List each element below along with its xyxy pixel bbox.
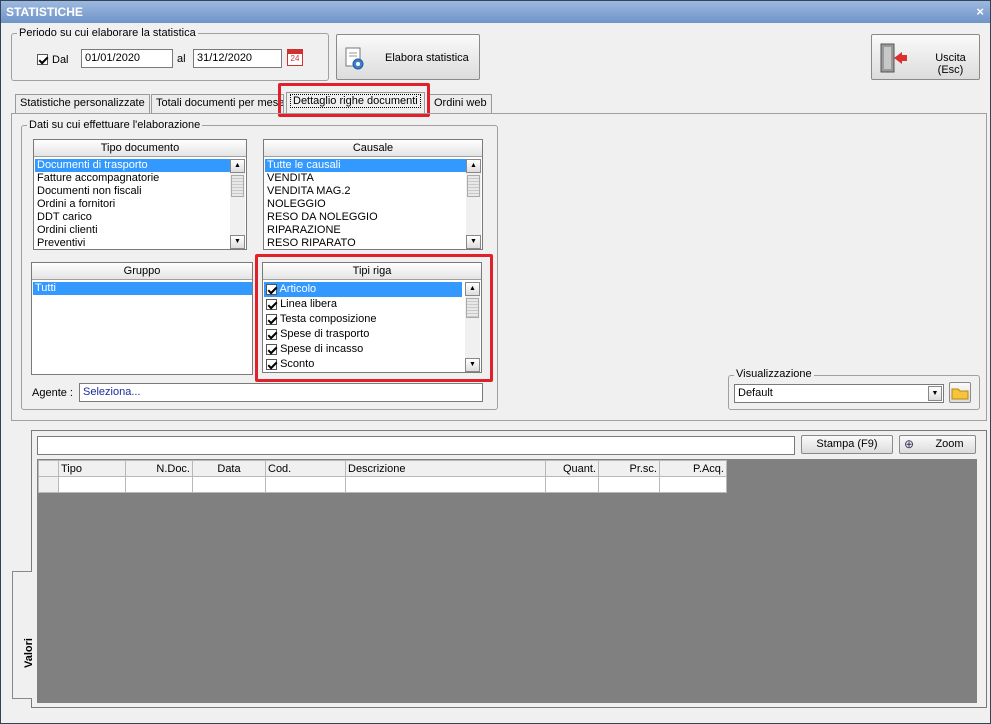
calendar-icon[interactable]: 24 (287, 49, 303, 66)
tab-statistiche-personalizzate[interactable]: Statistiche personalizzate (15, 94, 150, 113)
table-cell[interactable] (659, 476, 727, 493)
date-from-field[interactable]: 01/01/2020 (81, 49, 173, 68)
visualizzazione-select[interactable]: Default ▼ (734, 384, 944, 403)
scroll-thumb[interactable] (467, 175, 480, 197)
table-cell[interactable] (345, 476, 546, 493)
scroll-down-icon[interactable]: ▼ (466, 235, 481, 249)
highlight-tab-box (278, 83, 430, 117)
document-gear-icon (343, 47, 367, 71)
date-to-field[interactable]: 31/12/2020 (193, 49, 282, 68)
list-item[interactable]: Tutti (33, 282, 252, 295)
grid-col-header[interactable]: N.Doc. (125, 460, 193, 477)
scroll-down-icon[interactable]: ▼ (230, 235, 245, 249)
folder-icon (951, 388, 969, 400)
list-item[interactable]: NOLEGGIO (265, 198, 467, 211)
visualizzazione-value: Default (738, 387, 773, 399)
stampa-button[interactable]: Stampa (F9) (801, 435, 893, 454)
window-title: STATISTICHE (6, 5, 83, 19)
scroll-up-icon[interactable]: ▲ (230, 159, 245, 173)
list-item[interactable]: RESO RIPARATO (265, 237, 467, 250)
dal-label: Dal (52, 54, 69, 66)
uscita-label: Uscita (Esc) (935, 52, 966, 76)
tipo-documento-header: Tipo documento (34, 140, 246, 157)
table-cell[interactable] (545, 476, 599, 493)
tipo-documento-rows: Documenti di trasporto Fatture accompagn… (35, 159, 231, 250)
list-item[interactable]: RESO DA NOLEGGIO (265, 211, 467, 224)
grid-col-header[interactable]: Tipo (58, 460, 126, 477)
tab-totali-documenti[interactable]: Totali documenti per mese (151, 94, 284, 113)
scrollbar[interactable]: ▲ ▼ (466, 159, 481, 249)
dati-legend: Dati su cui effettuare l'elaborazione (27, 119, 203, 131)
agente-field[interactable]: Seleziona... (79, 383, 483, 402)
grid-col-header[interactable]: Quant. (545, 460, 599, 477)
title-bar: STATISTICHE × (1, 1, 990, 23)
list-item[interactable]: Ordini a fornitori (35, 198, 231, 211)
list-item[interactable]: VENDITA MAG.2 (265, 185, 467, 198)
valori-label: Valori (22, 638, 35, 668)
table-cell[interactable] (125, 476, 193, 493)
close-icon[interactable]: × (976, 1, 984, 23)
results-grid[interactable]: Tipo N.Doc. Data Cod. Descrizione Quant.… (38, 460, 727, 493)
highlight-tipi-riga-box (255, 254, 493, 382)
grid-header-row: Tipo N.Doc. Data Cod. Descrizione Quant.… (38, 460, 727, 477)
list-item[interactable]: Documenti non fiscali (35, 185, 231, 198)
uscita-button[interactable]: Uscita (Esc) (871, 34, 980, 80)
open-folder-button[interactable] (949, 382, 971, 403)
filter-field[interactable] (37, 436, 795, 455)
chevron-down-icon[interactable]: ▼ (928, 386, 942, 401)
agente-label: Agente : (32, 387, 73, 399)
visualizzazione-legend: Visualizzazione (734, 368, 814, 380)
table-row[interactable] (38, 476, 727, 493)
dal-check-icon[interactable] (37, 53, 48, 65)
list-item[interactable]: VENDITA (265, 172, 467, 185)
dal-checkbox[interactable] (37, 53, 48, 65)
causale-header: Causale (264, 140, 482, 157)
grid-col-header[interactable]: Descrizione (345, 460, 546, 477)
table-cell[interactable] (265, 476, 346, 493)
zoom-button[interactable]: ⊕ Zoom (899, 435, 976, 454)
causale-list[interactable]: Causale Tutte le causali VENDITA VENDITA… (263, 139, 483, 250)
elabora-label: Elabora statistica (385, 52, 469, 64)
scroll-up-icon[interactable]: ▲ (466, 159, 481, 173)
list-item[interactable]: Documenti di trasporto (35, 159, 231, 172)
causale-rows: Tutte le causali VENDITA VENDITA MAG.2 N… (265, 159, 467, 250)
table-cell[interactable] (192, 476, 266, 493)
statistiche-window: STATISTICHE × Periodo su cui elaborare l… (0, 0, 991, 724)
list-item[interactable]: Ordini clienti (35, 224, 231, 237)
grid-area (37, 459, 977, 703)
grid-col-header[interactable]: Pr.sc. (598, 460, 660, 477)
list-item[interactable]: DDT carico (35, 211, 231, 224)
row-indicator[interactable] (38, 476, 59, 493)
tipo-documento-list[interactable]: Tipo documento Documenti di trasporto Fa… (33, 139, 247, 250)
list-item[interactable]: Fatture accompagnatorie (35, 172, 231, 185)
grid-col-header[interactable]: P.Acq. (659, 460, 727, 477)
list-item[interactable]: Tutte le causali (265, 159, 467, 172)
gruppo-list[interactable]: Gruppo Tutti (31, 262, 253, 375)
period-legend: Periodo su cui elaborare la statistica (17, 27, 198, 39)
zoom-magnifier-icon: ⊕ (904, 437, 915, 451)
gruppo-header: Gruppo (32, 263, 252, 280)
grid-col-header[interactable]: Data (192, 460, 266, 477)
tab-ordini-web[interactable]: Ordini web (429, 94, 492, 113)
elabora-statistica-button[interactable]: Elabora statistica (336, 34, 480, 80)
scrollbar[interactable]: ▲ ▼ (230, 159, 245, 249)
calendar-day: 24 (290, 54, 300, 63)
scroll-thumb[interactable] (231, 175, 244, 197)
tab-valori[interactable]: Valori (12, 571, 35, 699)
list-item[interactable]: RIPARAZIONE (265, 224, 467, 237)
exit-door-icon (878, 42, 908, 74)
list-item[interactable]: Preventivi (35, 237, 231, 250)
grid-col-header[interactable] (38, 460, 59, 477)
gruppo-rows: Tutti (33, 282, 252, 295)
table-cell[interactable] (58, 476, 126, 493)
al-label: al (177, 53, 186, 65)
table-cell[interactable] (598, 476, 660, 493)
zoom-label: Zoom (935, 438, 964, 450)
grid-col-header[interactable]: Cod. (265, 460, 346, 477)
